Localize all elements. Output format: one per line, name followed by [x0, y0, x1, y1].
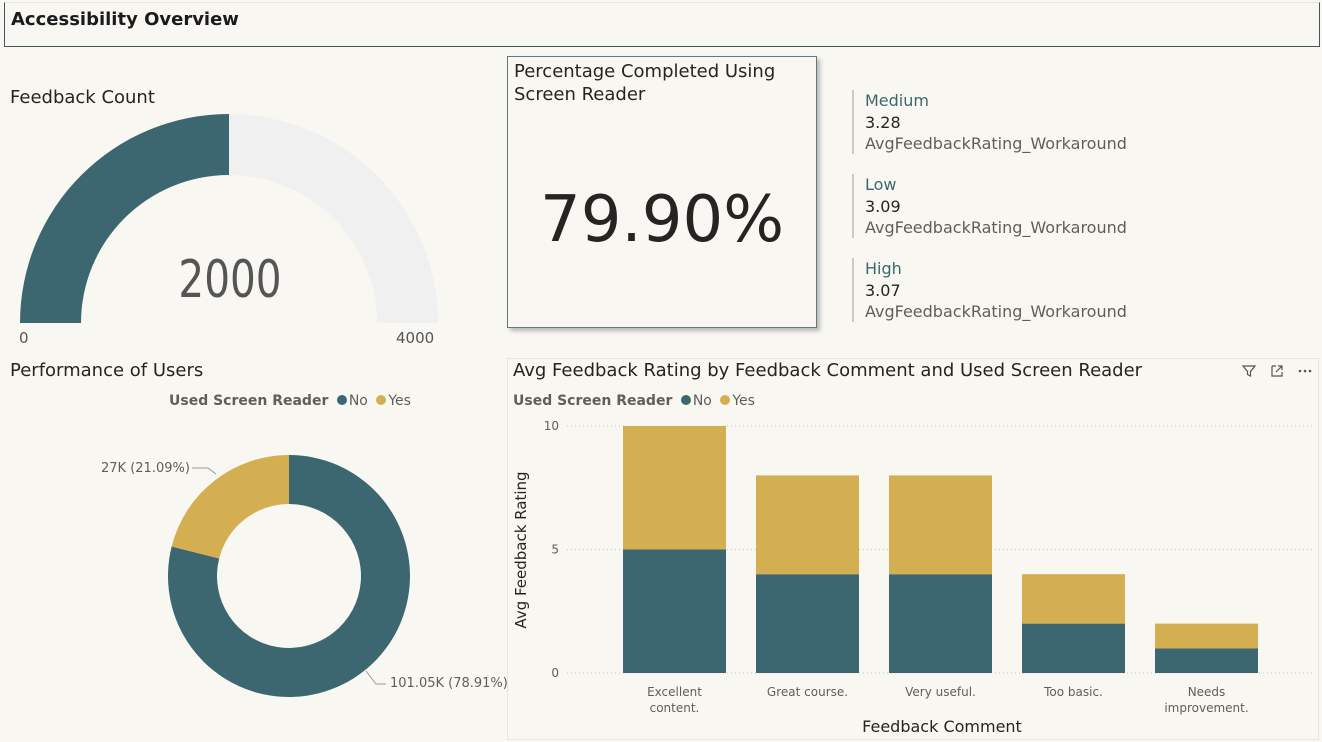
bar-yes[interactable] — [623, 426, 726, 550]
kpi-card[interactable]: Percentage Completed Using Screen Reader… — [507, 56, 817, 328]
y-tick-label: 5 — [551, 543, 559, 557]
gauge-min-label: 0 — [19, 329, 29, 347]
multi-row-category: High — [865, 259, 902, 278]
kpi-title: Percentage Completed Using Screen Reader — [514, 61, 776, 105]
bar-no[interactable] — [756, 574, 859, 673]
x-tick-label: Great course. — [767, 685, 848, 699]
performance-donut-chart[interactable] — [0, 440, 507, 710]
gauge-value: 2000 — [178, 250, 282, 310]
x-tick-label: Very useful. — [905, 685, 976, 699]
multi-row-item[interactable]: Low 3.09 AvgFeedbackRating_Workaround — [852, 174, 1152, 238]
x-tick-label: improvement. — [1164, 701, 1248, 715]
legend-title: Used Screen Reader — [169, 393, 329, 409]
donut-label-yes: 27K (21.09%) — [101, 461, 190, 476]
leader-line-no — [365, 670, 386, 685]
y-tick-label: 0 — [551, 666, 559, 680]
bar-yes[interactable] — [889, 475, 992, 575]
multi-row-value: 3.07 — [865, 281, 901, 300]
y-tick-label: 10 — [544, 419, 559, 433]
x-axis-title: Feedback Comment — [862, 717, 1022, 736]
bar-no[interactable] — [1022, 623, 1125, 673]
x-tick-label: Needs — [1188, 685, 1226, 699]
bar-no[interactable] — [1155, 648, 1258, 673]
gauge-max-label: 4000 — [396, 329, 435, 347]
bar-yes[interactable] — [756, 475, 859, 575]
multi-row-item[interactable]: Medium 3.28 AvgFeedbackRating_Workaround — [852, 90, 1152, 154]
multi-row-value: 3.09 — [865, 197, 901, 216]
y-axis-title: Avg Feedback Rating — [512, 471, 530, 628]
bar-no[interactable] — [889, 574, 992, 673]
kpi-value: 79.90% — [539, 183, 785, 257]
donut-legend: Used Screen Reader No Yes — [169, 393, 411, 409]
page-header: Accessibility Overview — [4, 2, 1320, 47]
bar-no[interactable] — [623, 549, 726, 674]
legend-yes-label[interactable]: Yes — [388, 393, 411, 409]
donut-label-no: 101.05K (78.91%) — [390, 676, 508, 691]
page-title: Accessibility Overview — [11, 9, 239, 30]
donut-title: Performance of Users — [10, 360, 204, 381]
legend-yes-marker — [376, 395, 387, 405]
multi-row-category: Medium — [865, 91, 929, 110]
x-tick-label: Excellent — [647, 685, 702, 699]
multi-row-category: Low — [865, 175, 897, 194]
bar-yes[interactable] — [1155, 623, 1258, 649]
multi-row-item[interactable]: High 3.07 AvgFeedbackRating_Workaround — [852, 258, 1152, 322]
bar-yes[interactable] — [1022, 574, 1125, 624]
multi-row-label: AvgFeedbackRating_Workaround — [865, 218, 1127, 237]
legend-no-marker — [336, 395, 347, 405]
multi-row-label: AvgFeedbackRating_Workaround — [865, 302, 1127, 321]
multi-row-value: 3.28 — [865, 113, 901, 132]
legend-no-label[interactable]: No — [349, 393, 368, 409]
feedback-rating-bar-chart[interactable]: 0 5 10 Excellent content. Great course. Very u… — [507, 358, 1319, 740]
multi-row-label: AvgFeedbackRating_Workaround — [865, 134, 1127, 153]
leader-line-yes — [192, 467, 217, 475]
x-tick-label: Too basic. — [1043, 685, 1103, 699]
x-tick-label: content. — [650, 701, 700, 715]
